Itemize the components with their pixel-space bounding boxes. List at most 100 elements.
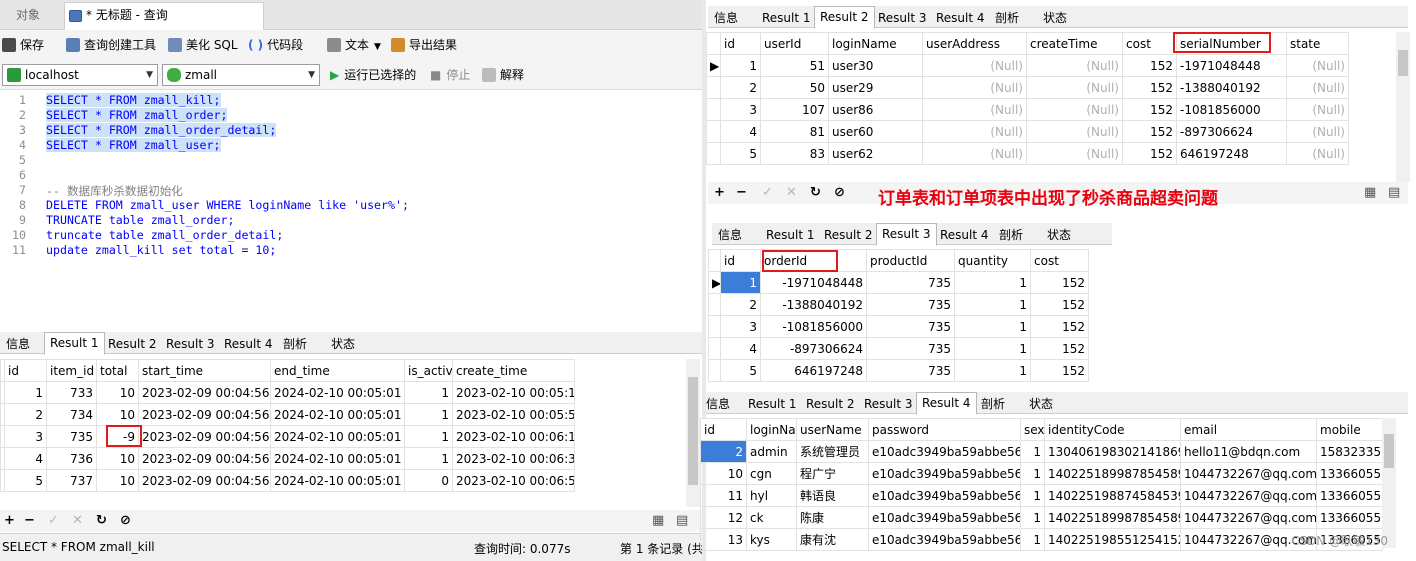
grid-view-icon[interactable]: ▦ xyxy=(652,513,664,528)
tab-result-2[interactable]: Result 2 xyxy=(818,225,879,245)
table-cell[interactable]: 130406198302141869 xyxy=(1044,440,1181,463)
column-header[interactable]: cost xyxy=(1030,249,1089,272)
table-cell[interactable]: 1044732267@qq.com xyxy=(1180,462,1317,485)
column-header[interactable]: id xyxy=(4,359,47,382)
table-cell[interactable]: 11 xyxy=(700,484,747,507)
table-cell[interactable]: 2023-02-10 00:05:59 xyxy=(452,403,575,426)
delete-row-icon[interactable]: − xyxy=(736,185,747,200)
table-row[interactable]: 5 646197248 735 1 152 xyxy=(708,359,1089,382)
table-cell[interactable]: 735 xyxy=(866,337,955,360)
table-cell[interactable]: 3 xyxy=(720,315,761,338)
table-cell[interactable]: (Null) xyxy=(1026,98,1123,121)
tab-profile[interactable]: 剖析 xyxy=(989,8,1025,28)
table-cell[interactable]: (Null) xyxy=(922,142,1027,165)
column-header[interactable]: serialNumber xyxy=(1176,32,1287,55)
table-cell[interactable]: 735 xyxy=(866,315,955,338)
table-cell[interactable]: -897306624 xyxy=(1176,120,1287,143)
add-row-icon[interactable]: + xyxy=(4,513,15,528)
table-cell[interactable]: (Null) xyxy=(1026,142,1123,165)
scrollbar-thumb[interactable] xyxy=(688,377,698,485)
column-header[interactable]: userName xyxy=(796,418,869,441)
table-row[interactable]: 3 -1081856000 735 1 152 xyxy=(708,315,1089,338)
table-cell[interactable]: 2 xyxy=(720,293,761,316)
table-cell[interactable]: 646197248 xyxy=(760,359,867,382)
table-row[interactable]: 2 50 user29 (Null) (Null) 152 -1388040192 (Null… xyxy=(706,76,1349,99)
table-row[interactable]: ▶ 1 51 user30 (Null) (Null) 152 -1971048448 (Nul… xyxy=(706,54,1349,77)
cancel-icon[interactable]: ✕ xyxy=(72,513,83,528)
tab-result-1[interactable]: Result 1 xyxy=(756,8,817,28)
table-cell[interactable]: 152 xyxy=(1122,76,1177,99)
tab-result-4[interactable]: Result 4 xyxy=(218,334,279,354)
table-cell[interactable]: ck xyxy=(746,506,797,529)
column-header[interactable]: total xyxy=(96,359,139,382)
tab-status[interactable]: 状态 xyxy=(325,334,361,354)
scrollbar[interactable] xyxy=(1396,32,1410,182)
column-header[interactable]: cost xyxy=(1122,32,1177,55)
refresh-icon[interactable]: ↻ xyxy=(810,185,821,200)
table-cell[interactable]: 735 xyxy=(46,425,97,448)
table-cell-selected[interactable]: 2 xyxy=(700,440,747,463)
table-cell[interactable]: 4 xyxy=(4,447,47,470)
table-cell[interactable]: 5 xyxy=(720,359,761,382)
tab-profile[interactable]: 剖析 xyxy=(277,334,313,354)
table-cell[interactable]: 程广宁 xyxy=(796,462,869,485)
table-cell[interactable]: 733 xyxy=(46,381,97,404)
table-row[interactable]: 5 737 10 2023-02-09 00:04:56 2024-02-10 00:0… xyxy=(0,469,575,492)
table-cell[interactable]: (Null) xyxy=(922,98,1027,121)
table-cell[interactable]: admin xyxy=(746,440,797,463)
column-header[interactable]: is_active xyxy=(404,359,453,382)
table-cell[interactable]: 1044732267@qq.com xyxy=(1180,484,1317,507)
column-header[interactable]: loginName xyxy=(746,418,797,441)
table-cell[interactable]: 152 xyxy=(1030,271,1089,294)
table-cell[interactable]: user29 xyxy=(828,76,923,99)
table-cell[interactable]: 1 xyxy=(1020,484,1045,507)
tab-result-1[interactable]: Result 1 xyxy=(742,394,803,414)
table-cell[interactable]: (Null) xyxy=(1026,76,1123,99)
table-cell[interactable]: 2023-02-09 00:04:56 xyxy=(138,403,271,426)
tab-info[interactable]: 信息 xyxy=(708,8,744,28)
table-cell[interactable]: 158323351 xyxy=(1316,440,1383,463)
column-header[interactable]: quantity xyxy=(954,249,1031,272)
table-cell[interactable]: 4 xyxy=(720,337,761,360)
table-cell[interactable]: 2023-02-10 00:06:34 xyxy=(452,447,575,470)
column-header[interactable]: id xyxy=(700,418,747,441)
query-builder-button[interactable]: 查询创建工具 xyxy=(66,36,156,56)
delete-row-icon[interactable]: − xyxy=(24,513,35,528)
table-cell[interactable]: 韩语良 xyxy=(796,484,869,507)
table-cell[interactable]: 133660550 xyxy=(1316,484,1383,507)
table-cell[interactable]: 康有沈 xyxy=(796,528,869,551)
table-row[interactable]: 2 -1388040192 735 1 152 xyxy=(708,293,1089,316)
column-header[interactable]: loginName xyxy=(828,32,923,55)
tab-info[interactable]: 信息 xyxy=(0,334,36,354)
table-cell[interactable]: 2023-02-09 00:04:56 xyxy=(138,469,271,492)
table-cell[interactable]: 152 xyxy=(1122,142,1177,165)
tab-status[interactable]: 状态 xyxy=(1037,8,1073,28)
scrollbar[interactable] xyxy=(1382,418,1396,548)
table-cell[interactable]: 10 xyxy=(96,381,139,404)
refresh-icon[interactable]: ↻ xyxy=(96,513,107,528)
column-header[interactable]: productId xyxy=(866,249,955,272)
table-cell[interactable]: (Null) xyxy=(922,120,1027,143)
table-cell[interactable]: 152 xyxy=(1030,337,1089,360)
table-cell[interactable]: 2023-02-09 00:04:56 xyxy=(138,425,271,448)
table-cell[interactable]: 1 xyxy=(720,54,761,77)
scrollbar-thumb[interactable] xyxy=(1398,50,1408,76)
stop-button[interactable]: ■ 停止 xyxy=(430,66,470,86)
table-cell[interactable]: 736 xyxy=(46,447,97,470)
table-cell[interactable]: -1081856000 xyxy=(760,315,867,338)
table-row[interactable]: 4 -897306624 735 1 152 xyxy=(708,337,1089,360)
table-cell[interactable]: 陈康 xyxy=(796,506,869,529)
table-cell[interactable]: 10 xyxy=(96,403,139,426)
export-results-button[interactable]: 导出结果 xyxy=(391,36,457,56)
table-cell[interactable]: 13 xyxy=(700,528,747,551)
database-select[interactable]: zmall ▼ xyxy=(162,64,320,86)
column-header[interactable]: identityCode xyxy=(1044,418,1181,441)
table-cell[interactable]: (Null) xyxy=(922,54,1027,77)
column-header[interactable]: state xyxy=(1286,32,1349,55)
table-row[interactable]: 11 hyl 韩语良 e10adc3949ba59abbe56e 1 1402251988… xyxy=(700,484,1383,507)
table-cell-selected[interactable]: 1 xyxy=(720,271,761,294)
connection-select[interactable]: localhost ▼ xyxy=(2,64,158,86)
tab-result-2[interactable]: Result 2 xyxy=(800,394,861,414)
table-row[interactable]: 4 736 10 2023-02-09 00:04:56 2024-02-10 00:0… xyxy=(0,447,575,470)
table-cell[interactable]: 1 xyxy=(404,447,453,470)
